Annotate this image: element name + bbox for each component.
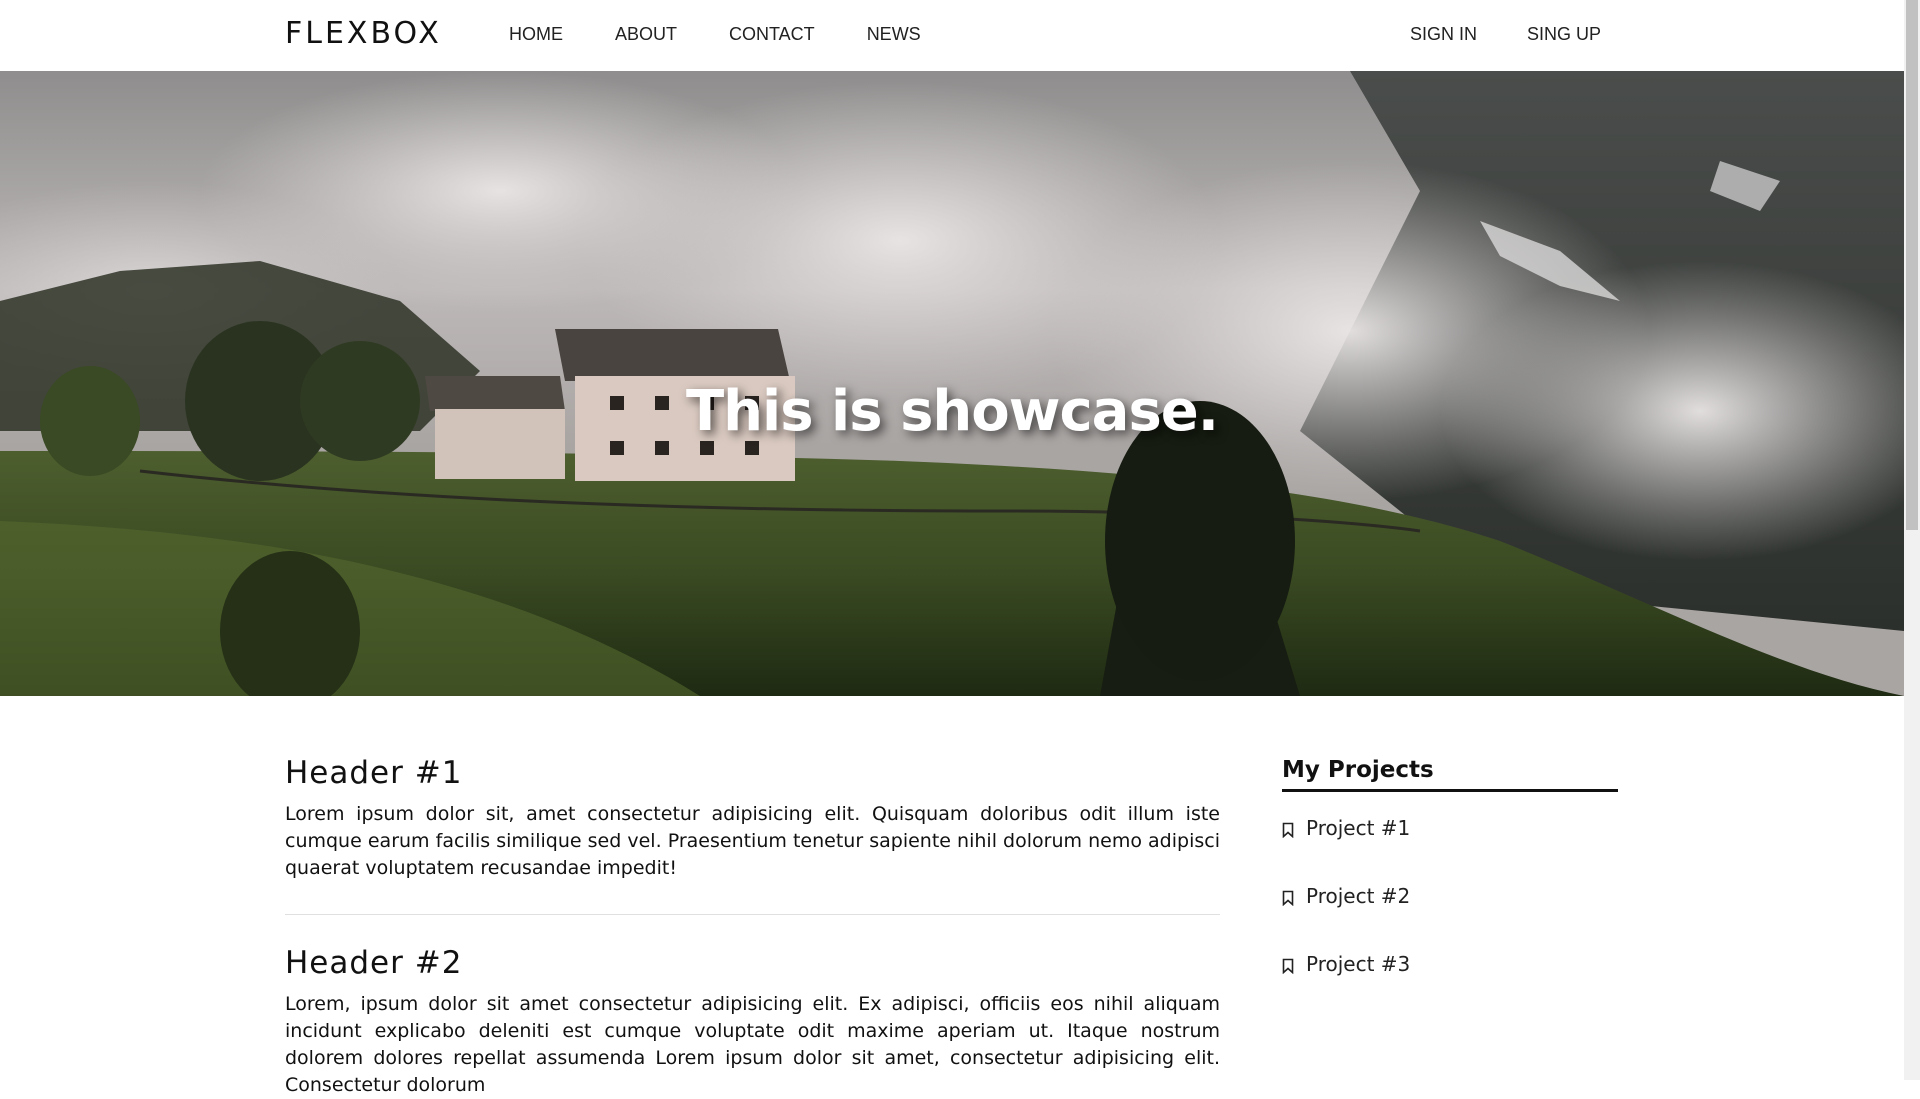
main-content: Header #1 Lorem ipsum dolor sit, amet co…: [285, 755, 1220, 1099]
brand-logo[interactable]: FLEXBOX: [285, 16, 442, 51]
article-header: Header #2: [285, 945, 463, 981]
article-body: Lorem ipsum dolor sit, amet consectetur …: [285, 803, 1220, 879]
nav-about-link[interactable]: ABOUT: [615, 24, 677, 45]
bookmark-icon: [1282, 890, 1294, 906]
project-item-1[interactable]: Project #1: [1282, 794, 1618, 862]
project-list: Project #1 Project #2 Project #3: [1282, 794, 1618, 998]
navbar: FLEXBOX HOME ABOUT CONTACT NEWS SIGN IN …: [0, 0, 1904, 71]
nav-home-link[interactable]: HOME: [509, 24, 563, 45]
sidebar-title: My Projects: [1282, 757, 1618, 792]
sign-in-link[interactable]: SIGN IN: [1410, 24, 1477, 45]
nav-contact-link[interactable]: CONTACT: [729, 24, 815, 45]
bookmark-icon: [1282, 822, 1294, 838]
sign-up-link[interactable]: SING UP: [1527, 24, 1601, 45]
project-item-2[interactable]: Project #2: [1282, 862, 1618, 930]
article-header: Header #1: [285, 755, 463, 791]
article-body: Lorem, ipsum dolor sit amet consectetur …: [285, 993, 1220, 1096]
page-scrollbar[interactable]: [1904, 0, 1920, 1080]
showcase-title: This is showcase.: [685, 378, 1219, 444]
nav-news-link[interactable]: NEWS: [867, 24, 921, 45]
project-label: Project #3: [1306, 952, 1411, 976]
project-item-3[interactable]: Project #3: [1282, 930, 1618, 998]
bookmark-icon: [1282, 958, 1294, 974]
scrollbar-thumb[interactable]: [1906, 0, 1918, 530]
account-nav: SIGN IN SING UP: [1410, 24, 1651, 45]
showcase-banner: This is showcase.: [0, 71, 1904, 696]
project-label: Project #1: [1306, 816, 1411, 840]
article-divider: [285, 914, 1220, 915]
main-nav: HOME ABOUT CONTACT NEWS: [509, 24, 973, 45]
article-2: Header #2 Lorem, ipsum dolor sit amet co…: [285, 945, 1220, 1099]
article-1: Header #1 Lorem ipsum dolor sit, amet co…: [285, 755, 1220, 882]
sidebar: My Projects Project #1 Project #2 Projec…: [1282, 757, 1618, 998]
project-label: Project #2: [1306, 884, 1411, 908]
